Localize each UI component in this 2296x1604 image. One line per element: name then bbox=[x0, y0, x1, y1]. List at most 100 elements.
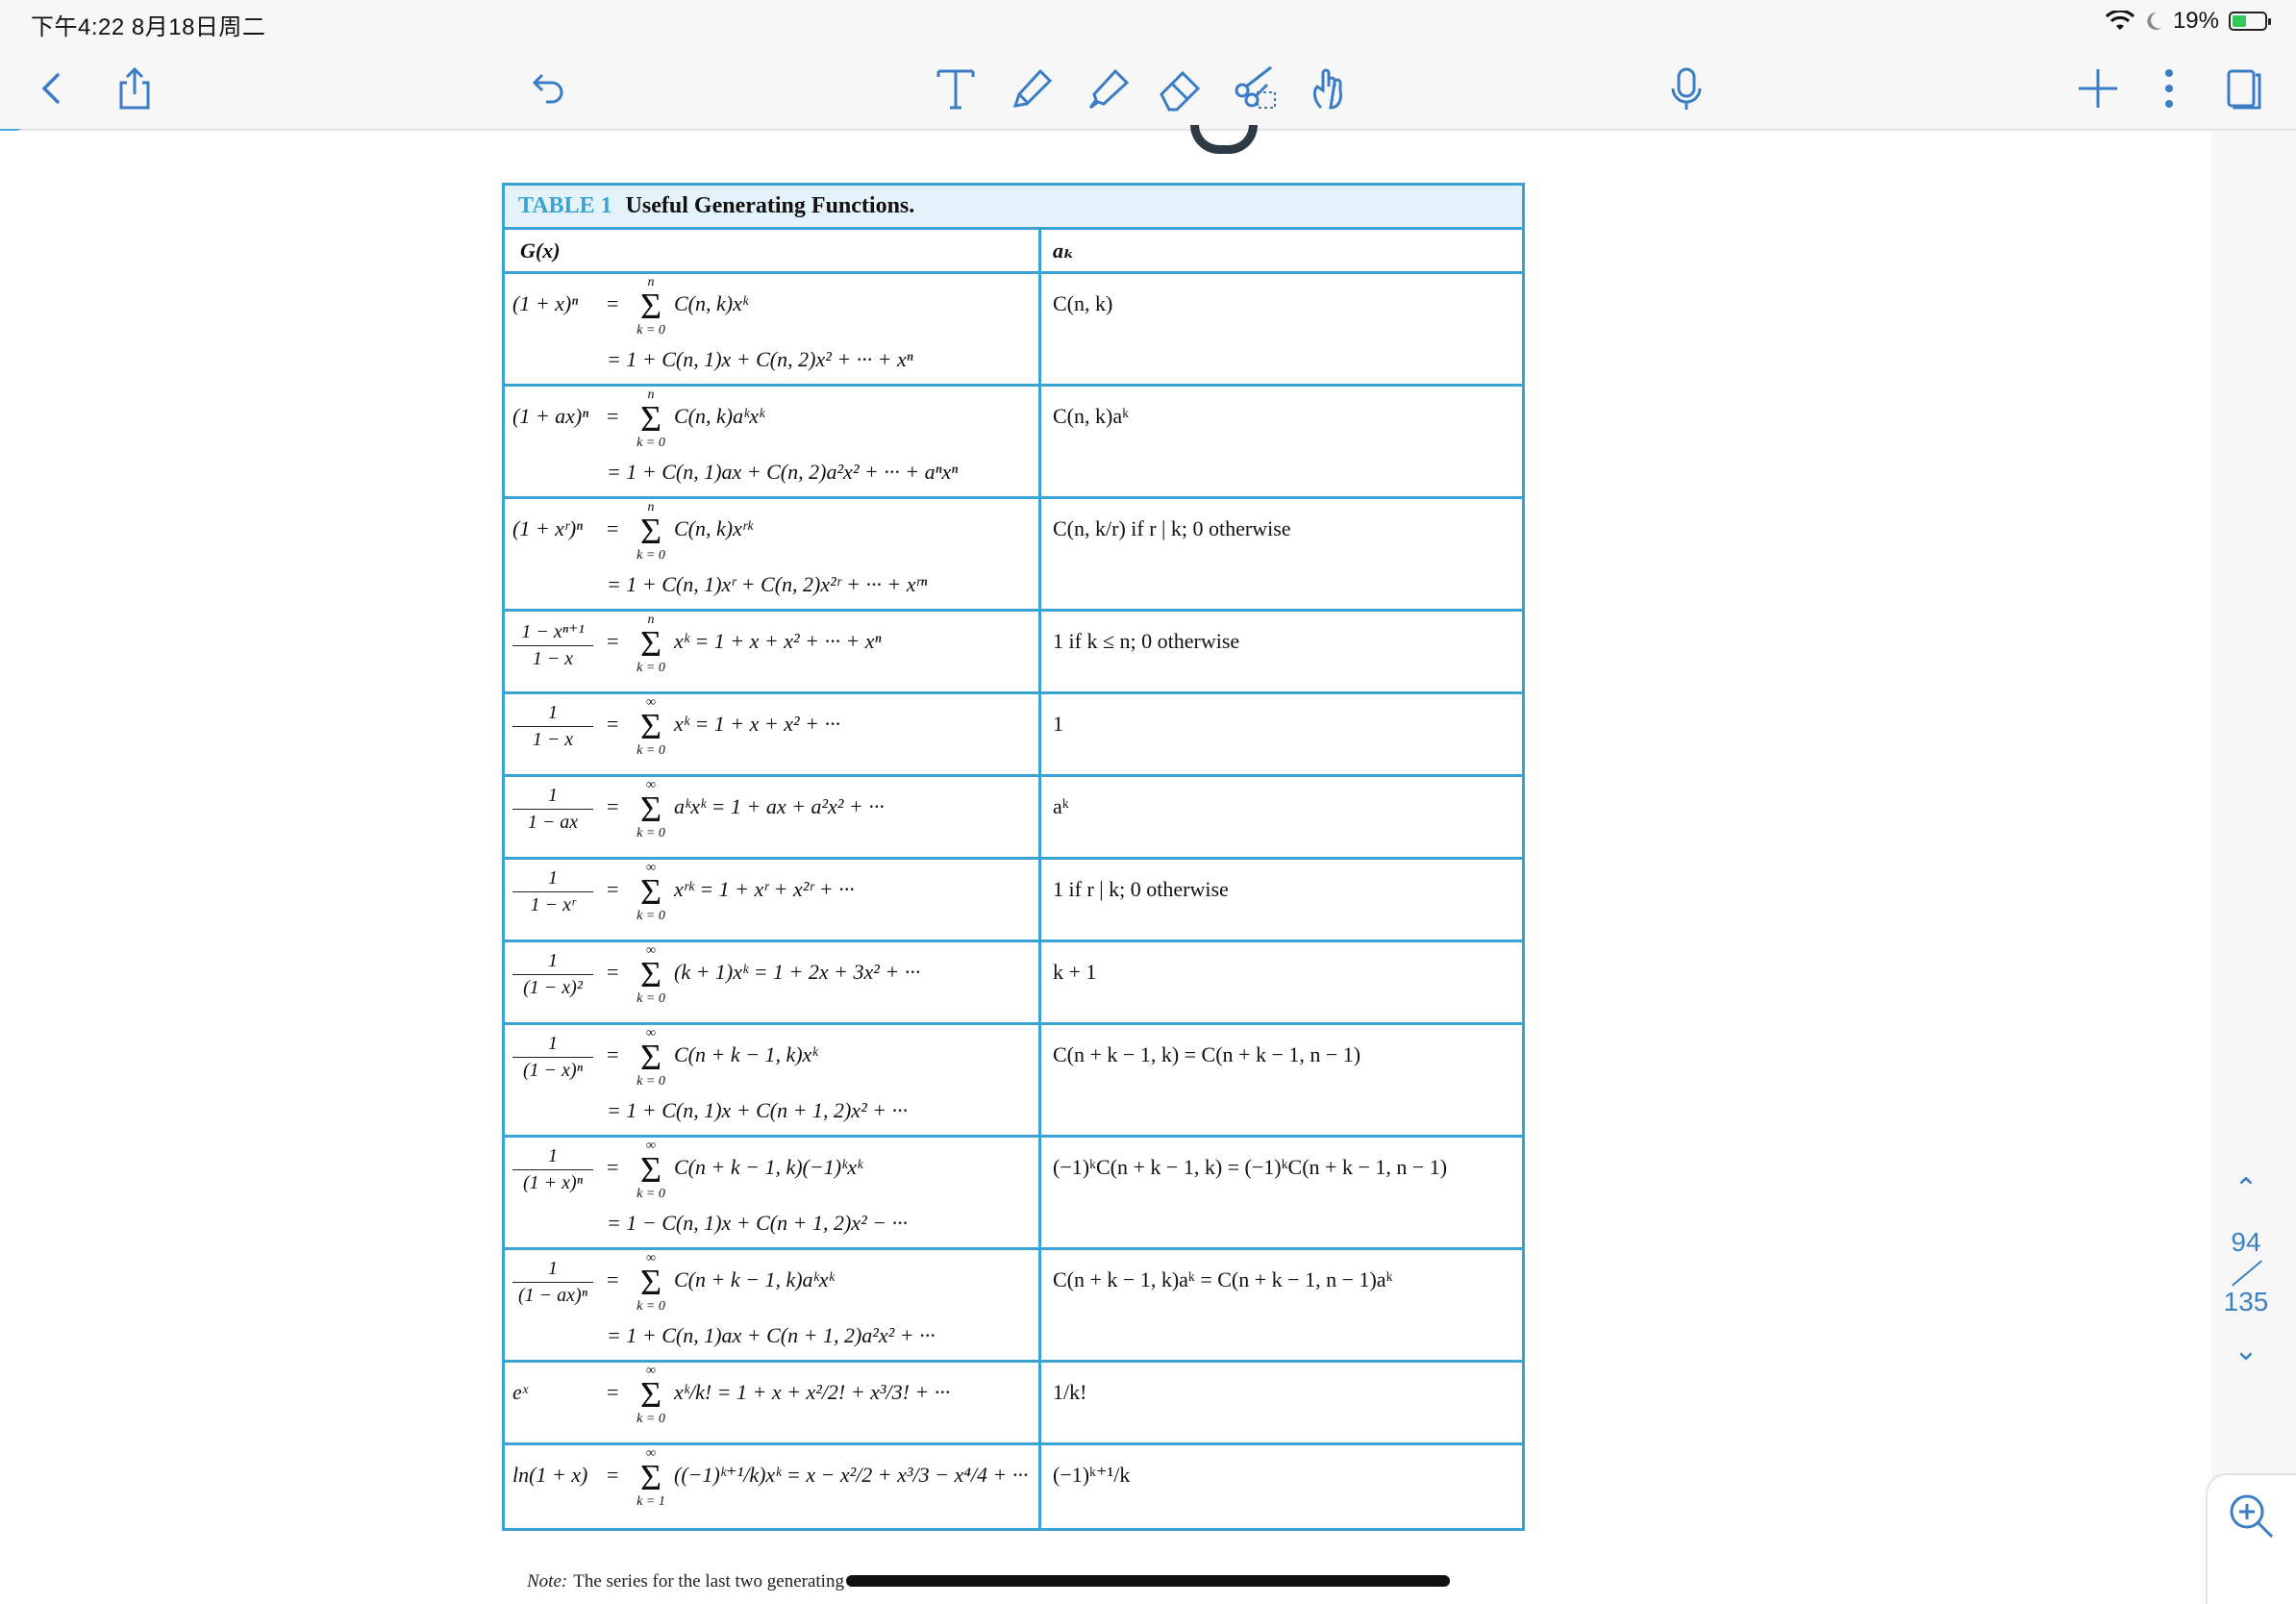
gx-cell: ln(1 + x) = ∞ Σk = 1 ((−1)ᵏ⁺¹/k)xᵏ = x − x²/… bbox=[505, 1445, 1041, 1528]
series-term: (k + 1)xᵏ = 1 + 2x + 3x² + ··· bbox=[674, 960, 921, 984]
gx-numerator: 1 bbox=[512, 867, 593, 892]
sum-lower-limit: k = 0 bbox=[636, 743, 665, 758]
gx-cell: eˣ = ∞ Σk = 0 xᵏ/k! = 1 + x + x²/2! + x³/3! … bbox=[505, 1363, 1041, 1442]
more-icon[interactable] bbox=[2140, 60, 2198, 117]
hand-tool-icon[interactable] bbox=[1302, 60, 1360, 117]
total-pages: 135 bbox=[2223, 1287, 2269, 1316]
equals-sign: = bbox=[607, 291, 619, 315]
equals-sign: = bbox=[607, 960, 619, 984]
table-row: 1 (1 − x)ⁿ = ∞ Σk = 0 C(n + k − 1, k)xᵏ = 1 + … bbox=[505, 1025, 1522, 1138]
series-expansion: = 1 + C(n, 1)ax + C(n + 1, 2)a²x² + ··· bbox=[607, 1323, 936, 1347]
text-tool-icon[interactable] bbox=[927, 60, 985, 117]
undo-icon[interactable] bbox=[517, 60, 575, 117]
gx-fraction: 1 − xⁿ⁺¹ 1 − x bbox=[512, 619, 593, 670]
sigma-glyph: Σ bbox=[639, 1375, 662, 1416]
series-expansion: = 1 + C(n, 1)ax + C(n, 2)a²x² + ··· + aⁿ… bbox=[607, 460, 959, 484]
sum-lower-limit: k = 0 bbox=[636, 826, 665, 840]
zoom-in-icon bbox=[2230, 1494, 2274, 1539]
equals-sign: = bbox=[607, 629, 619, 653]
sum-lower-limit: k = 0 bbox=[636, 909, 665, 923]
highlighter-tool-icon[interactable] bbox=[1077, 60, 1135, 117]
sum-lower-limit: k = 0 bbox=[636, 323, 665, 338]
gx-numerator: 1 bbox=[512, 1033, 593, 1058]
generating-functions-table: TABLE 1 Useful Generating Functions. G(x… bbox=[502, 183, 1525, 1531]
gx-expression: ln(1 + x) bbox=[512, 1463, 588, 1487]
back-chevron-icon[interactable] bbox=[23, 60, 81, 117]
gx-cell: (1 + xʳ)ⁿ = n Σk = 0 C(n, k)xʳᵏ = 1 + C(n, 1)… bbox=[505, 499, 1041, 609]
gx-denominator: 1 − xʳ bbox=[530, 894, 576, 915]
gx-cell: 11 − x = ∞ Σk = 0 xᵏ = 1 + x + x² + ··· bbox=[505, 694, 1041, 774]
gx-cell: 1 (1 − x)ⁿ = ∞ Σk = 0 C(n + k − 1, k)xᵏ = 1 + … bbox=[505, 1025, 1041, 1135]
sigma-glyph: Σ bbox=[639, 512, 662, 552]
table-row: 1 (1 − ax)ⁿ = ∞ Σk = 0 C(n + k − 1, k)aᵏxᵏ = 1… bbox=[505, 1250, 1522, 1363]
share-icon[interactable] bbox=[106, 60, 163, 117]
pen-tool-icon[interactable] bbox=[1002, 60, 1060, 117]
ak-value: C(n, k/r) if r | k; 0 otherwise bbox=[1053, 516, 1291, 540]
add-icon[interactable] bbox=[2069, 60, 2127, 117]
ak-cell: 1 bbox=[1041, 694, 1522, 774]
table-note: Note: The series for the last two generat… bbox=[527, 1571, 844, 1592]
gx-denominator: 1 − ax bbox=[527, 812, 579, 833]
ak-value: C(n + k − 1, k)aᵏ = C(n + k − 1, n − 1)a… bbox=[1053, 1267, 1393, 1291]
gx-fraction: 1 (1 − x)ⁿ bbox=[512, 1033, 593, 1082]
gx-cell: 11 − xʳ = ∞ Σk = 0 xʳᵏ = 1 + xʳ + x²ʳ + ··· bbox=[505, 860, 1041, 940]
gx-fraction: 1 (1 + x)ⁿ bbox=[512, 1145, 593, 1194]
ak-cell: C(n + k − 1, k) = C(n + k − 1, n − 1) bbox=[1041, 1025, 1522, 1135]
ak-value: 1 if k ≤ n; 0 otherwise bbox=[1053, 629, 1240, 653]
table-caption: Useful Generating Functions. bbox=[625, 193, 915, 218]
sigma-glyph: Σ bbox=[639, 399, 662, 439]
microphone-icon[interactable] bbox=[1658, 60, 1715, 117]
header-ak: aₖ bbox=[1053, 238, 1075, 263]
ak-cell: C(n + k − 1, k)aᵏ = C(n + k − 1, n − 1)a… bbox=[1041, 1250, 1522, 1360]
eraser-tool-icon[interactable] bbox=[1152, 60, 1210, 117]
ak-value: (−1)ᵏC(n + k − 1, k) = (−1)ᵏC(n + k − 1,… bbox=[1053, 1155, 1448, 1179]
chevron-down-icon[interactable]: ⌄ bbox=[2217, 1335, 2275, 1367]
table-row: (1 + xʳ)ⁿ = n Σk = 0 C(n, k)xʳᵏ = 1 + C(n, 1)… bbox=[505, 499, 1522, 612]
table-tag: TABLE 1 bbox=[518, 193, 612, 218]
lasso-scissors-tool-icon[interactable] bbox=[1227, 60, 1285, 117]
table-header-row: G(x) aₖ bbox=[505, 230, 1522, 274]
sum-lower-limit: k = 1 bbox=[636, 1494, 665, 1509]
current-page: 94 bbox=[2231, 1227, 2261, 1257]
gx-expression: (1 + ax)ⁿ bbox=[512, 404, 589, 428]
ak-cell: aᵏ bbox=[1041, 777, 1522, 857]
summation-symbol: ∞ Σk = 0 bbox=[632, 944, 670, 1006]
summation-symbol: ∞ Σk = 1 bbox=[632, 1447, 670, 1509]
home-indicator[interactable] bbox=[846, 1575, 1450, 1587]
table-row: 1 (1 − x)² = ∞ Σk = 0 (k + 1)xᵏ = 1 + 2x + 3x… bbox=[505, 942, 1522, 1025]
chevron-up-icon[interactable]: ⌃ bbox=[2217, 1173, 2275, 1206]
ak-cell: C(n, k) bbox=[1041, 274, 1522, 384]
ak-cell: k + 1 bbox=[1041, 942, 1522, 1022]
sum-lower-limit: k = 0 bbox=[636, 1074, 665, 1089]
series-term: xᵏ = 1 + x + x² + ··· bbox=[674, 712, 840, 736]
gx-numerator: 1 bbox=[512, 1258, 593, 1283]
gx-cell: 11 − ax = ∞ Σk = 0 aᵏxᵏ = 1 + ax + a²x² + ··… bbox=[505, 777, 1041, 857]
page-slash bbox=[2224, 1258, 2268, 1287]
summation-symbol: ∞ Σk = 0 bbox=[632, 1140, 670, 1201]
gx-denominator: 1 − x bbox=[532, 648, 574, 669]
wifi-icon bbox=[2105, 11, 2134, 30]
series-expansion: = 1 + C(n, 1)x + C(n, 2)x² + ··· + xⁿ bbox=[607, 347, 913, 371]
ak-value: C(n, k) bbox=[1053, 291, 1113, 315]
gx-denominator: (1 − ax)ⁿ bbox=[518, 1285, 587, 1306]
sum-lower-limit: k = 0 bbox=[636, 548, 665, 563]
sum-lower-limit: k = 0 bbox=[636, 991, 665, 1006]
table-row: 11 − x = ∞ Σk = 0 xᵏ = 1 + x + x² + ··· 1 bbox=[505, 694, 1522, 777]
sum-lower-limit: k = 0 bbox=[636, 1412, 665, 1426]
ak-cell: 1/k! bbox=[1041, 1363, 1522, 1442]
sigma-glyph: Σ bbox=[639, 707, 662, 747]
summation-symbol: ∞ Σk = 0 bbox=[632, 1027, 670, 1089]
series-term: C(n, k)xᵏ bbox=[674, 291, 749, 315]
table-row: eˣ = ∞ Σk = 0 xᵏ/k! = 1 + x + x²/2! + x³/3! … bbox=[505, 1363, 1522, 1445]
series-expansion: = 1 + C(n, 1)xʳ + C(n, 2)x²ʳ + ··· + xʳⁿ bbox=[607, 572, 928, 596]
pages-icon[interactable] bbox=[2215, 60, 2273, 117]
ak-cell: 1 if r | k; 0 otherwise bbox=[1041, 860, 1522, 940]
table-row: 11 − ax = ∞ Σk = 0 aᵏxᵏ = 1 + ax + a²x² + ··… bbox=[505, 777, 1522, 860]
gx-fraction: 1 (1 − x)² bbox=[512, 950, 593, 999]
summation-symbol: nΣk = 0 bbox=[632, 501, 670, 563]
table-row: 11 − xʳ = ∞ Σk = 0 xʳᵏ = 1 + xʳ + x²ʳ + ··· 1… bbox=[505, 860, 1522, 942]
zoom-button[interactable] bbox=[2206, 1473, 2296, 1604]
summation-symbol: ∞ Σk = 0 bbox=[632, 779, 670, 840]
series-term: xʳᵏ = 1 + xʳ + x²ʳ + ··· bbox=[674, 877, 855, 901]
ak-value: aᵏ bbox=[1053, 794, 1069, 818]
